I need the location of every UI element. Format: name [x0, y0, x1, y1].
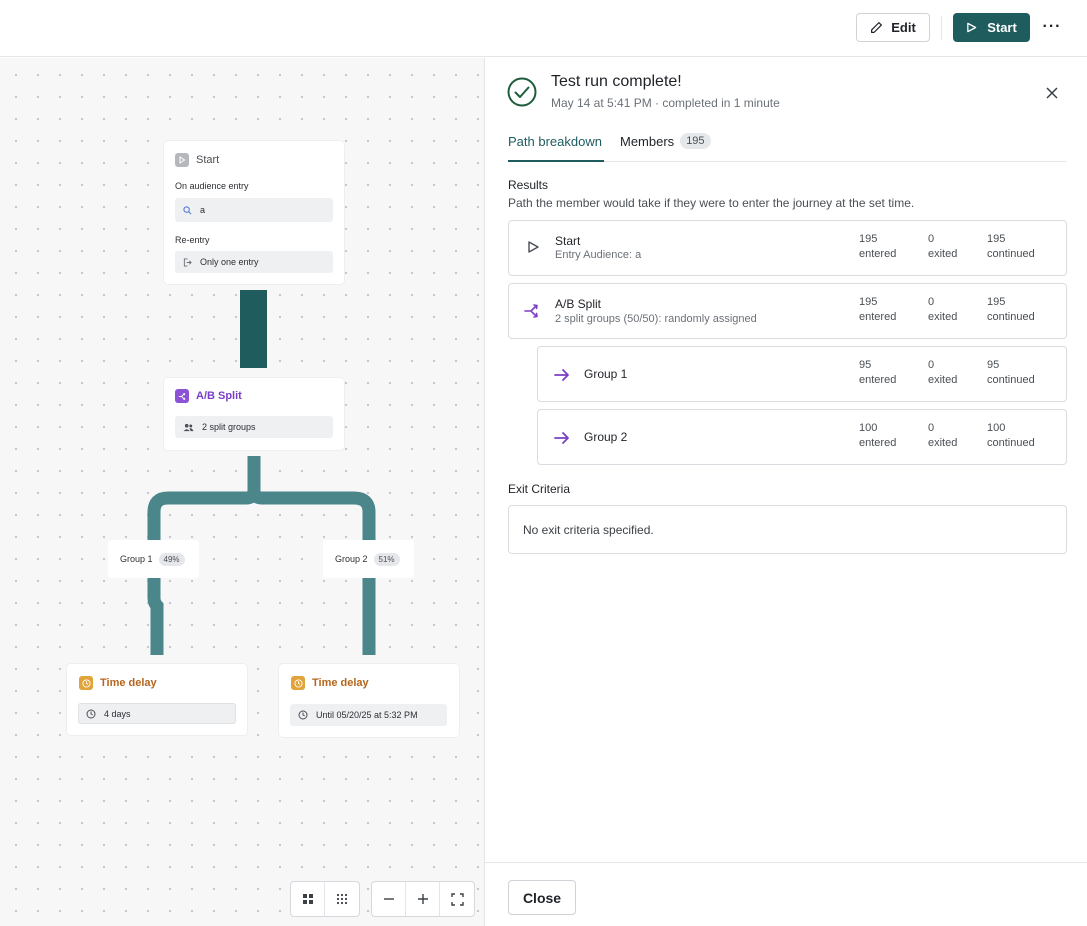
arrow-right-icon: [553, 429, 571, 447]
edit-label: Edit: [891, 20, 916, 35]
step-card-group-2[interactable]: Group 2 100 entered 0 exited 100 continued: [537, 409, 1067, 465]
close-icon[interactable]: [1041, 82, 1063, 104]
split-icon: [524, 302, 542, 320]
start-node-title: Start: [175, 153, 219, 167]
edit-button[interactable]: Edit: [856, 13, 930, 42]
exited-stat: 0 exited: [928, 296, 958, 323]
tab-path-breakdown[interactable]: Path breakdown: [508, 134, 604, 162]
entered-stat: 195 entered: [859, 296, 897, 323]
panel-title: Test run complete!: [551, 73, 682, 90]
clock-icon: [86, 709, 96, 718]
start-button[interactable]: Start: [953, 13, 1030, 42]
members-count-badge: 195: [680, 133, 711, 149]
ab-split-title: A/B Split: [175, 389, 242, 403]
time-delay-title: Time delay: [79, 676, 157, 690]
continued-stat: 195 continued: [987, 296, 1035, 323]
journey-canvas[interactable]: Start On audience entry a Re-entry Only …: [0, 58, 484, 926]
reentry-field: Only one entry: [175, 251, 333, 273]
results-description: Path the member would take if they were …: [508, 196, 915, 210]
delay-value-field: Until 05/20/25 at 5:32 PM: [290, 704, 447, 726]
clock-icon: [291, 676, 305, 690]
branch-label-group-1[interactable]: Group 1 49%: [108, 540, 199, 578]
step-name: Group 2: [584, 430, 628, 444]
search-icon: [183, 205, 192, 214]
panel-footer: Close: [485, 862, 1087, 926]
clock-icon: [79, 676, 93, 690]
split-icon: [175, 389, 189, 403]
audience-field: a: [175, 198, 333, 222]
step-subtitle: Entry Audience: a: [555, 249, 642, 261]
view-toggle-group: [290, 881, 360, 917]
panel-subtitle: May 14 at 5:41 PM · completed in 1 minut…: [551, 96, 780, 110]
zoom-out-icon[interactable]: [372, 882, 406, 916]
entered-stat: 100 entered: [859, 422, 897, 449]
entered-stat: 95 entered: [859, 359, 897, 386]
reentry-label: Re-entry: [175, 235, 210, 245]
continued-stat: 95 continued: [987, 359, 1035, 386]
exit-criteria-heading: Exit Criteria: [508, 482, 571, 496]
step-card-start[interactable]: Start Entry Audience: a 195 entered 0 exit…: [508, 220, 1067, 276]
close-button[interactable]: Close: [508, 880, 576, 915]
results-heading: Results: [508, 178, 549, 192]
top-toolbar: Edit Start ···: [0, 0, 1087, 57]
fit-view-icon[interactable]: [440, 882, 474, 916]
play-icon: [175, 153, 189, 167]
zoom-controls: [371, 881, 475, 917]
delay-value-field: 4 days: [78, 703, 236, 724]
check-circle-icon: [507, 77, 537, 107]
exited-stat: 0 exited: [928, 359, 958, 386]
more-options-icon[interactable]: ···: [1040, 15, 1064, 39]
play-icon: [967, 22, 977, 33]
step-subtitle: 2 split groups (50/50): randomly assigne…: [555, 313, 757, 325]
exit-criteria-value: No exit criteria specified.: [523, 522, 654, 537]
exited-stat: 0 exited: [928, 422, 958, 449]
start-connector: [240, 290, 267, 368]
start-label: Start: [987, 20, 1017, 35]
branch-percent: 49%: [158, 552, 185, 566]
entered-stat: 195 entered: [859, 233, 897, 260]
step-card-group-1[interactable]: Group 1 95 entered 0 exited 95 continued: [537, 346, 1067, 402]
pencil-icon: [871, 22, 883, 33]
branch-percent: 51%: [373, 552, 400, 566]
panel-tabs: Path breakdown Members 195: [508, 133, 1066, 162]
play-icon: [524, 238, 542, 256]
arrow-right-icon: [553, 366, 571, 384]
exit-criteria-box: No exit criteria specified.: [508, 505, 1067, 554]
tab-members[interactable]: Members 195: [620, 133, 711, 162]
audience-entry-label: On audience entry: [175, 181, 249, 191]
branch-label-group-2[interactable]: Group 2 51%: [323, 540, 414, 578]
dots-grid-icon[interactable]: [325, 882, 359, 916]
step-card-ab-split[interactable]: A/B Split 2 split groups (50/50): random…: [508, 283, 1067, 339]
exit-icon: [183, 257, 192, 267]
step-name: Group 1: [584, 367, 628, 381]
step-name: Start: [555, 234, 581, 248]
ab-split-node[interactable]: A/B Split 2 split groups: [164, 378, 344, 450]
time-delay-node-2[interactable]: Time delay Until 05/20/25 at 5:32 PM: [279, 664, 459, 737]
test-run-panel: Test run complete! May 14 at 5:41 PM · c…: [484, 58, 1087, 926]
start-node[interactable]: Start On audience entry a Re-entry Only …: [164, 141, 344, 284]
users-icon: [183, 423, 194, 431]
zoom-in-icon[interactable]: [406, 882, 440, 916]
toolbar-divider: [941, 16, 942, 40]
continued-stat: 195 continued: [987, 233, 1035, 260]
step-name: A/B Split: [555, 297, 602, 311]
clock-icon: [298, 710, 308, 720]
time-delay-node-1[interactable]: Time delay 4 days: [67, 664, 247, 735]
split-groups-field: 2 split groups: [175, 416, 333, 438]
grid-view-icon[interactable]: [291, 882, 325, 916]
continued-stat: 100 continued: [987, 422, 1035, 449]
time-delay-title: Time delay: [291, 676, 369, 690]
exited-stat: 0 exited: [928, 233, 958, 260]
